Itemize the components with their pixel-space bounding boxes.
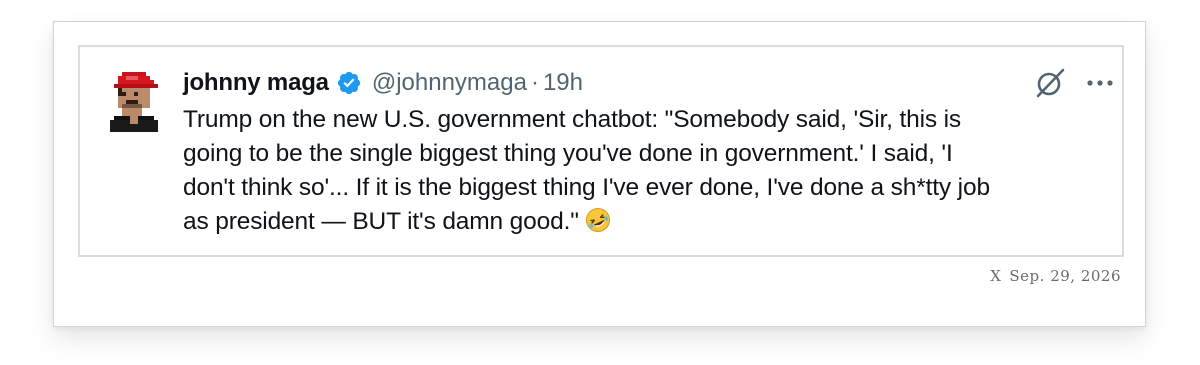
tweet-text: Trump on the new U.S. government chatbot… [183,103,1108,239]
tweet-text-line: Trump on the new U.S. government chatbot… [183,106,962,133]
embed-date: Sep. 29, 2026 [1009,267,1121,285]
tweet-text-line: as president — BUT it's damn good." [183,208,579,235]
timestamp[interactable]: 19h [543,69,583,97]
display-name[interactable]: johnny maga [183,69,329,97]
verified-badge-icon [337,71,360,95]
embed-card: johnny maga @johnnymaga · 19h Trump on t… [53,21,1146,327]
handle[interactable]: @johnnymaga [372,69,527,97]
rofl-emoji-icon [585,208,610,232]
tweet-container[interactable]: johnny maga @johnnymaga · 19h Trump on t… [78,45,1124,257]
tweet-text-line: don't think so'... If it is the biggest … [183,174,990,201]
more-icon[interactable] [1083,70,1117,96]
tweet-header: johnny maga @johnnymaga · 19h [183,67,583,99]
grok-icon[interactable] [1032,65,1068,101]
tweet-text-line: going to be the single biggest thing you… [183,140,953,167]
tweet-text-line-last: as president — BUT it's damn good." [183,205,1108,239]
embed-footer: X Sep. 29, 2026 [990,267,1121,285]
separator: · [530,69,539,96]
avatar[interactable] [110,71,162,137]
source-label: X [990,267,1002,285]
